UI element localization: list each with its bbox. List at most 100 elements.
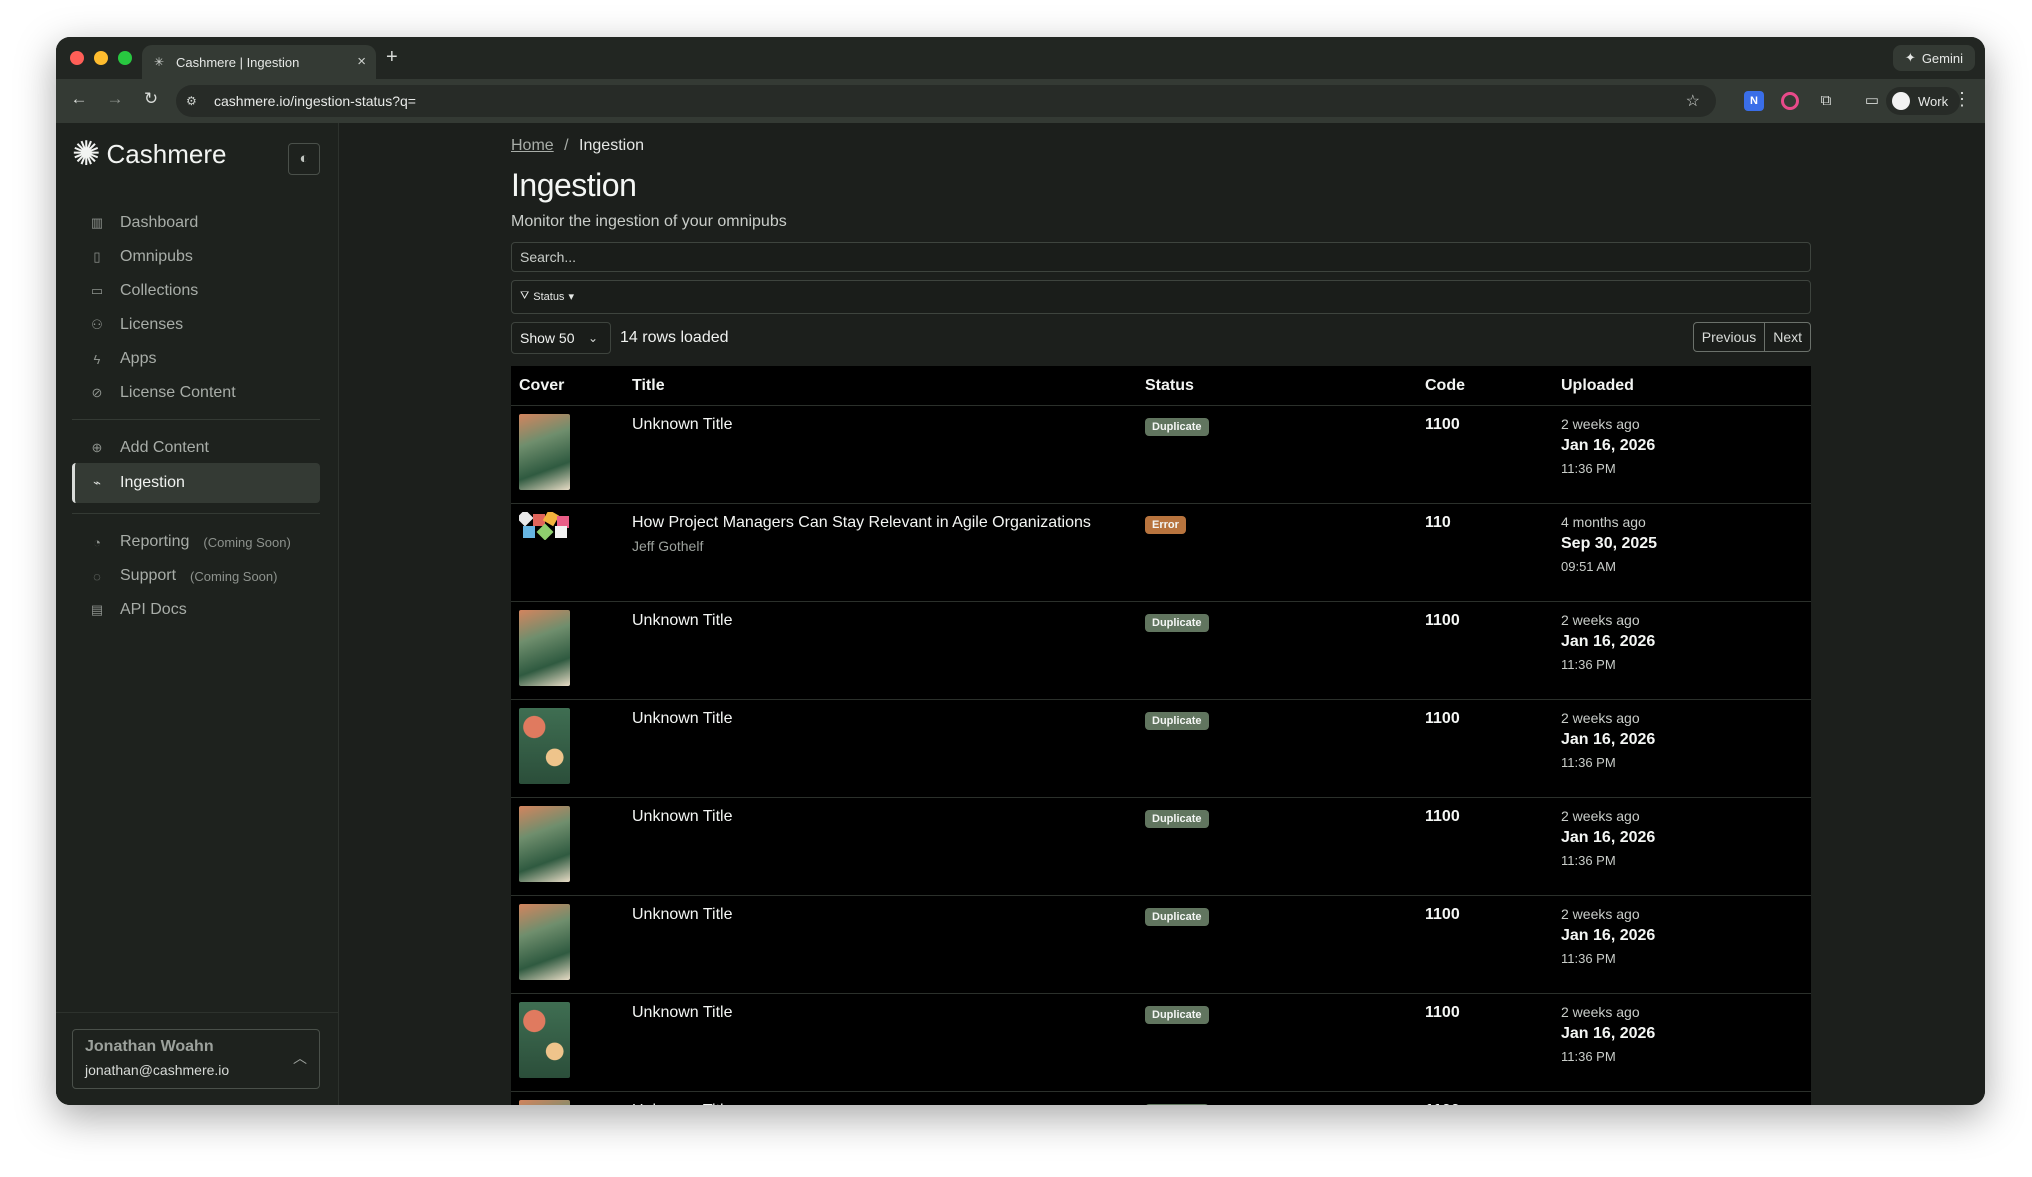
search-input[interactable] [511, 242, 1811, 272]
row-title[interactable]: Unknown Title [632, 612, 733, 630]
table-row[interactable]: Unknown TitleDuplicate11002 weeks agoJan… [511, 1092, 1811, 1105]
cover-thumbnail[interactable] [519, 904, 570, 980]
extension-icon[interactable]: N [1744, 91, 1764, 111]
new-tab-icon[interactable]: + [386, 46, 398, 69]
column-header-title[interactable]: Title [632, 377, 665, 395]
sidebar-item-label: Ingestion [120, 474, 185, 491]
activity-icon: ⌁ [93, 475, 101, 490]
table-row[interactable]: Unknown TitleDuplicate11002 weeks agoJan… [511, 896, 1811, 994]
cover-thumbnail[interactable] [519, 610, 570, 686]
uploaded-time: 11:36 PM [1561, 853, 1616, 868]
puzzle-icon[interactable]: ⧉ [1816, 91, 1836, 111]
row-code: 1100 [1425, 1004, 1460, 1021]
sparkle-icon: ✦ [1904, 50, 1916, 65]
page-subtitle: Monitor the ingestion of your omnipubs [511, 213, 787, 230]
status-badge: Duplicate [1145, 712, 1209, 730]
row-code: 110 [1425, 514, 1451, 531]
status-filter-button[interactable]: ⛛ Status ▾ [520, 290, 574, 303]
bar-chart-icon: ▥ [90, 215, 104, 230]
filter-bar: ⛛ Status ▾ [511, 280, 1811, 314]
sidebar-divider [56, 1012, 339, 1013]
chevron-down-icon: ⌄ [587, 331, 598, 345]
cover-thumbnail[interactable] [519, 806, 570, 882]
tab-close-icon[interactable]: × [357, 53, 366, 70]
row-title[interactable]: Unknown Title [632, 1102, 733, 1105]
column-header-code[interactable]: Code [1425, 377, 1465, 395]
side-panel-icon[interactable]: ▭ [1862, 91, 1882, 111]
maximize-window-button[interactable] [118, 51, 132, 65]
brand[interactable]: ✺ Cashmere [72, 137, 226, 171]
back-arrow-icon[interactable]: ← [68, 89, 90, 109]
browser-tab[interactable]: ✳ Cashmere | Ingestion × [142, 45, 376, 79]
sidebar-item-license-content[interactable]: ⊘ License Content [72, 373, 320, 413]
sidebar-item-add-content[interactable]: ⊕ Add Content [72, 428, 320, 468]
sidebar-item-label: API Docs [120, 601, 187, 618]
sidebar-item-label: License Content [120, 384, 236, 401]
uploaded-relative: 2 weeks ago [1561, 1004, 1640, 1020]
document-icon: ▤ [90, 602, 104, 617]
row-title[interactable]: Unknown Title [632, 808, 733, 826]
close-window-button[interactable] [70, 51, 84, 65]
stack-icon: ▭ [90, 283, 104, 298]
caret-down-icon: ▾ [568, 291, 574, 303]
sidebar-item-api-docs[interactable]: ▤ API Docs [72, 590, 320, 630]
page-size-value: Show 50 [520, 330, 575, 346]
table-row[interactable]: Unknown TitleDuplicate11002 weeks agoJan… [511, 406, 1811, 504]
sidebar-item-ingestion[interactable]: ⌁ Ingestion [72, 463, 320, 503]
column-header-status[interactable]: Status [1145, 377, 1194, 395]
column-header-uploaded[interactable]: Uploaded [1561, 377, 1634, 395]
previous-button[interactable]: Previous [1692, 322, 1766, 352]
row-title[interactable]: Unknown Title [632, 416, 733, 434]
uploaded-time: 11:36 PM [1561, 461, 1616, 476]
row-code: 1100 [1425, 808, 1460, 825]
table-row[interactable]: Unknown TitleDuplicate11002 weeks agoJan… [511, 602, 1811, 700]
row-title[interactable]: Unknown Title [632, 906, 733, 924]
page-size-select[interactable]: Show 50 ⌄ [511, 322, 611, 354]
cover-thumbnail[interactable] [519, 512, 570, 540]
row-title[interactable]: Unknown Title [632, 710, 733, 728]
uploaded-time: 11:36 PM [1561, 1049, 1616, 1064]
status-filter-label: Status [533, 290, 565, 303]
table-row[interactable]: Unknown TitleDuplicate11002 weeks agoJan… [511, 994, 1811, 1092]
minimize-window-button[interactable] [94, 51, 108, 65]
pie-chart-icon: ◔ [93, 534, 101, 550]
cover-thumbnail[interactable] [519, 708, 570, 784]
profile-button[interactable]: Work [1886, 87, 1961, 115]
forward-arrow-icon[interactable]: → [104, 89, 126, 109]
column-header-cover[interactable]: Cover [519, 377, 564, 395]
table-row[interactable]: Unknown TitleDuplicate11002 weeks agoJan… [511, 700, 1811, 798]
status-badge: Error [1145, 516, 1186, 534]
extension-ring-icon[interactable] [1781, 92, 1799, 110]
uploaded-relative: 2 weeks ago [1561, 808, 1640, 824]
status-badge: Duplicate [1145, 1006, 1209, 1024]
page-title: Ingestion [511, 167, 637, 203]
next-button[interactable]: Next [1765, 322, 1811, 352]
breadcrumb-current: Ingestion [579, 137, 644, 154]
theme-toggle-icon[interactable]: ◐ [288, 143, 320, 175]
uploaded-relative: 2 weeks ago [1561, 416, 1640, 432]
tab-strip: ✳ Cashmere | Ingestion × + ✦ Gemini [56, 37, 1985, 79]
site-settings-icon[interactable]: ⚙ [186, 94, 204, 108]
breadcrumb-home-link[interactable]: Home [511, 137, 554, 154]
user-menu[interactable]: Jonathan Woahn jonathan@cashmere.io ︿ [72, 1029, 320, 1089]
sidebar-item-label: Add Content [120, 439, 209, 456]
sidebar-item-label: Omnipubs [120, 248, 193, 265]
table-row[interactable]: Unknown TitleDuplicate11002 weeks agoJan… [511, 798, 1811, 896]
tab-title: Cashmere | Ingestion [176, 54, 300, 70]
gemini-button[interactable]: ✦ Gemini [1892, 45, 1975, 71]
uploaded-relative: 2 weeks ago [1561, 906, 1640, 922]
app-body: ✺ Cashmere ◐ ▥ Dashboard ▯ Omnipubs ▭ Co… [56, 123, 1985, 1105]
cover-thumbnail[interactable] [519, 1002, 570, 1078]
row-title[interactable]: How Project Managers Can Stay Relevant i… [632, 514, 1091, 532]
reload-icon[interactable]: ↻ [140, 89, 162, 109]
row-title[interactable]: Unknown Title [632, 1004, 733, 1022]
row-code: 1100 [1425, 906, 1460, 923]
bookmark-star-icon[interactable]: ☆ [1686, 91, 1700, 111]
address-bar[interactable]: ⚙ cashmere.io/ingestion-status?q= ☆ [176, 85, 1716, 117]
row-code: 1100 [1425, 1102, 1460, 1105]
browser-menu-icon[interactable]: ⋮ [1953, 89, 1971, 110]
cover-thumbnail[interactable] [519, 1100, 570, 1105]
users-icon: ⚇ [91, 317, 103, 332]
table-row[interactable]: How Project Managers Can Stay Relevant i… [511, 504, 1811, 602]
cover-thumbnail[interactable] [519, 414, 570, 490]
